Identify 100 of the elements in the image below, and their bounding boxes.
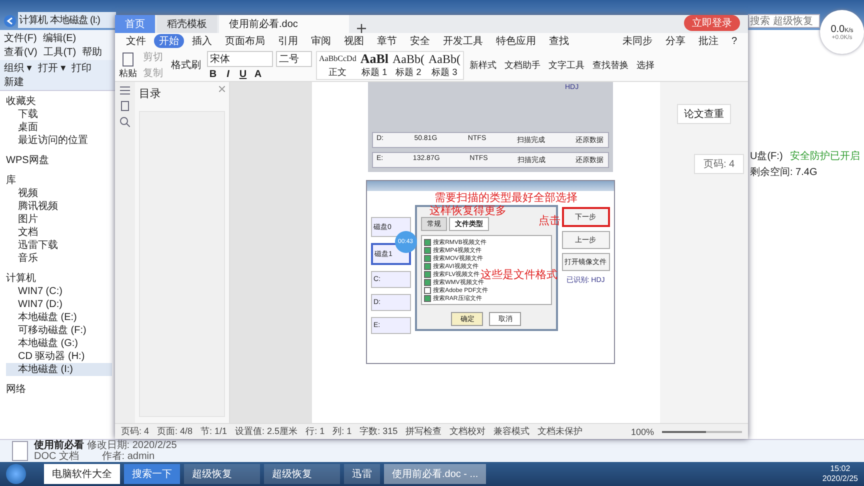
file-type: DOC 文档 <box>34 451 79 462</box>
nav-item[interactable]: WIN7 (C:) <box>6 285 112 298</box>
zoom-label[interactable]: 100% <box>630 426 654 436</box>
nav-item[interactable]: 网络 <box>6 383 112 396</box>
ribbon-action[interactable]: 分享 <box>660 34 690 48</box>
checkbox[interactable] <box>424 270 432 278</box>
ribbon-tool[interactable]: 选择 <box>634 58 656 72</box>
style-preset[interactable]: AaBbCcDd 正文 <box>317 52 358 78</box>
ribbon-tool[interactable]: 查找替换 <box>590 58 630 72</box>
style-preset[interactable]: AaBl 标题 1 <box>358 52 390 78</box>
ribbon-tab[interactable]: 开始 <box>154 34 184 48</box>
toolbar-button[interactable]: 打开 ▾ <box>38 61 66 75</box>
ribbon-action[interactable]: 批注 <box>693 34 724 48</box>
toolbar-button[interactable]: 组织 ▾ <box>4 61 32 75</box>
checkbox[interactable] <box>424 278 432 286</box>
ribbon-action[interactable]: 未同步 <box>617 34 658 48</box>
size-select[interactable]: 二号 <box>276 50 312 66</box>
format-button[interactable]: B <box>207 68 219 80</box>
ribbon-tab[interactable]: 视图 <box>339 34 369 48</box>
start-button[interactable] <box>6 464 26 484</box>
drive-label: U盘(F:) <box>750 150 783 164</box>
font-select[interactable]: 宋体 <box>207 50 273 66</box>
breadcrumb[interactable]: 本地磁盘 (I:) <box>50 13 100 27</box>
menu-icon[interactable] <box>120 86 130 95</box>
taskbar-item[interactable]: 迅雷 <box>344 464 380 484</box>
nav-item[interactable]: 视频 <box>6 187 112 200</box>
ribbon-tab[interactable]: 审阅 <box>306 34 336 48</box>
ribbon-tab[interactable]: 开发工具 <box>438 34 488 48</box>
annotation-text: 需要扫描的类型最好全部选择 <box>434 190 578 204</box>
checkbox[interactable] <box>424 246 432 254</box>
modified-date: 修改日期: 2020/2/25 <box>86 440 177 451</box>
nav-item[interactable]: 可移动磁盘 (F:) <box>6 324 112 337</box>
breadcrumb[interactable]: 计算机 <box>19 13 48 27</box>
ribbon-tool[interactable]: 文字工具 <box>546 58 586 72</box>
nav-item[interactable]: 文档 <box>6 226 112 239</box>
nav-item[interactable]: WIN7 (D:) <box>6 298 112 311</box>
menu-item[interactable]: 工具(T) <box>43 45 76 59</box>
taskbar-item[interactable]: 超级恢复 <box>264 464 340 484</box>
search-field[interactable]: 搜索 超级恢复 <box>748 14 820 28</box>
ribbon-tab[interactable]: 引用 <box>273 34 303 48</box>
ribbon-tab[interactable]: 插入 <box>187 34 217 48</box>
nav-item[interactable]: 迅雷下载 <box>6 239 112 252</box>
nav-item[interactable]: 收藏夹 <box>6 95 112 108</box>
menu-item[interactable]: 编辑(E) <box>42 31 76 45</box>
ribbon-tab[interactable]: 查找 <box>544 34 574 48</box>
status-item: 设置值: 2.5厘米 <box>235 425 298 438</box>
checkbox[interactable] <box>424 262 432 270</box>
style-preset[interactable]: AaBb( 标题 2 <box>390 52 426 78</box>
paper-check-button[interactable]: 论文查重 <box>677 104 731 124</box>
nav-item[interactable]: 下载 <box>6 108 112 121</box>
ribbon-tool[interactable]: 新样式 <box>468 58 498 72</box>
style-preset[interactable]: AaBb( 标题 3 <box>426 52 462 78</box>
taskbar-item[interactable]: 电脑软件大全 <box>44 464 120 484</box>
taskbar-item[interactable]: 超级恢复 <box>184 464 260 484</box>
search-icon[interactable] <box>120 117 130 127</box>
ribbon-tab[interactable]: 安全 <box>405 34 435 48</box>
document-tab[interactable]: 稻壳模板 <box>157 15 217 33</box>
checkbox[interactable] <box>424 238 432 246</box>
file-name: 使用前必看 <box>34 440 84 451</box>
format-button[interactable]: A <box>252 68 264 80</box>
format-button[interactable]: I <box>222 68 234 80</box>
ribbon-tab[interactable]: 特色应用 <box>491 34 541 48</box>
nav-item[interactable]: CD 驱动器 (H:) <box>6 350 112 363</box>
ribbon-tab[interactable]: 章节 <box>372 34 402 48</box>
checkbox[interactable] <box>424 294 432 302</box>
page-number-field: 页码: 4 <box>694 154 744 174</box>
bookmark-icon[interactable] <box>121 101 129 111</box>
nav-item[interactable]: WPS网盘 <box>6 154 112 167</box>
nav-item[interactable]: 图片 <box>6 213 112 226</box>
format-button[interactable]: U <box>237 68 249 80</box>
menu-item[interactable]: 查看(V) <box>4 45 38 59</box>
ribbon-tab[interactable]: 文件 <box>121 34 151 48</box>
menu-item[interactable]: 文件(F) <box>4 31 37 45</box>
nav-item[interactable]: 最近访问的位置 <box>6 134 112 147</box>
ribbon-action[interactable]: ? <box>726 36 742 46</box>
taskbar-item[interactable]: 搜索一下 <box>124 464 180 484</box>
toolbar-button[interactable]: 新建 <box>4 75 24 89</box>
nav-item[interactable]: 本地磁盘 (E:) <box>6 311 112 324</box>
nav-item[interactable]: 本地磁盘 (G:) <box>6 337 112 350</box>
nav-item[interactable]: 音乐 <box>6 252 112 265</box>
nav-item[interactable]: 计算机 <box>6 272 112 285</box>
ribbon-tool[interactable]: 文档助手 <box>502 58 542 72</box>
format-painter-button[interactable]: 格式刷 <box>169 58 203 72</box>
checkbox[interactable] <box>424 254 432 262</box>
nav-item[interactable]: 腾讯视频 <box>6 200 112 213</box>
toolbar-button[interactable]: 打印 <box>72 61 92 75</box>
nav-item[interactable]: 本地磁盘 (I:) <box>6 363 112 376</box>
nav-item[interactable]: 库 <box>6 174 112 187</box>
checkbox[interactable] <box>424 286 432 294</box>
nav-item[interactable]: 桌面 <box>6 121 112 134</box>
ribbon-tab[interactable]: 页面布局 <box>220 34 270 48</box>
document-tab[interactable]: 使用前必看.doc <box>219 15 349 33</box>
status-item: 行: 1 <box>306 425 325 438</box>
menu-item[interactable]: 帮助 <box>82 45 102 59</box>
login-button[interactable]: 立即登录 <box>684 15 740 31</box>
back-icon[interactable] <box>4 15 16 27</box>
paste-button[interactable]: 粘贴 <box>119 50 137 80</box>
status-item: 页面: 4/8 <box>157 425 193 438</box>
close-icon[interactable] <box>219 86 225 92</box>
address-bar[interactable]: 计算机 本地磁盘 (I:) <box>18 12 116 28</box>
